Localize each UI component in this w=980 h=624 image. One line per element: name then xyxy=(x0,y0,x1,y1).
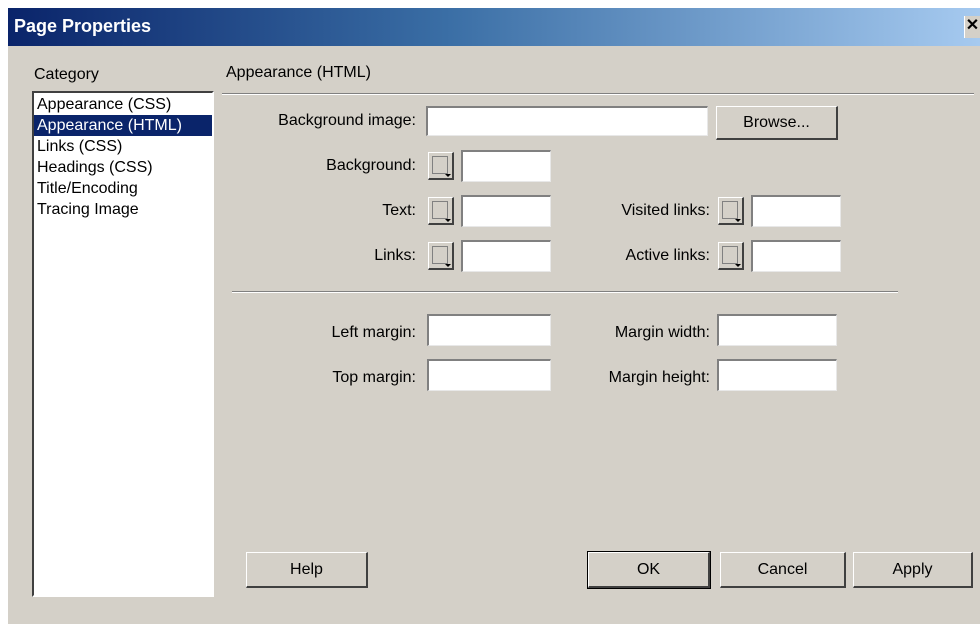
top-margin-label: Top margin: xyxy=(332,369,416,386)
color-swatch-icon xyxy=(432,246,448,264)
cancel-button[interactable]: Cancel xyxy=(720,552,846,588)
active-links-label: Active links: xyxy=(625,247,710,264)
color-swatch-icon xyxy=(432,156,448,174)
links-color-field[interactable] xyxy=(461,240,551,272)
margin-width-label: Margin width: xyxy=(614,324,710,341)
category-item-headings-css[interactable]: Headings (CSS) xyxy=(34,157,212,178)
visited-links-label: Visited links: xyxy=(621,202,710,219)
dropdown-arrow-icon xyxy=(735,219,741,222)
category-list[interactable]: Appearance (CSS) Appearance (HTML) Links… xyxy=(32,91,214,597)
links-label: Links: xyxy=(374,247,416,264)
links-color-picker[interactable] xyxy=(428,242,454,270)
background-image-label: Background image: xyxy=(278,112,416,129)
margin-width-field[interactable] xyxy=(717,314,837,346)
page-properties-dialog: Page Properties ✕ Category Appearance (C… xyxy=(8,8,980,624)
category-item-title-encoding[interactable]: Title/Encoding xyxy=(34,178,212,199)
apply-button[interactable]: Apply xyxy=(853,552,973,588)
top-margin-field[interactable] xyxy=(427,359,551,391)
dropdown-arrow-icon xyxy=(445,174,451,177)
margin-height-label: Margin height: xyxy=(608,369,710,386)
help-button[interactable]: Help xyxy=(246,552,368,588)
browse-button[interactable]: Browse... xyxy=(716,106,838,140)
title-bar[interactable]: Page Properties ✕ xyxy=(8,8,980,46)
section-divider xyxy=(222,93,974,95)
color-swatch-icon xyxy=(722,201,738,219)
category-item-appearance-html[interactable]: Appearance (HTML) xyxy=(34,115,212,136)
background-color-field[interactable] xyxy=(461,150,551,182)
background-label: Background: xyxy=(326,157,416,174)
background-color-picker[interactable] xyxy=(428,152,454,180)
category-item-appearance-css[interactable]: Appearance (CSS) xyxy=(34,94,212,115)
close-icon[interactable]: ✕ xyxy=(964,16,980,38)
dropdown-arrow-icon xyxy=(735,264,741,267)
margin-height-field[interactable] xyxy=(717,359,837,391)
visited-links-color-field[interactable] xyxy=(751,195,841,227)
text-color-field[interactable] xyxy=(461,195,551,227)
dropdown-arrow-icon xyxy=(445,219,451,222)
active-links-color-picker[interactable] xyxy=(718,242,744,270)
section-title: Appearance (HTML) xyxy=(226,64,371,81)
color-swatch-icon xyxy=(432,201,448,219)
category-item-tracing-image[interactable]: Tracing Image xyxy=(34,199,212,220)
field-group-divider xyxy=(232,291,898,293)
visited-links-color-picker[interactable] xyxy=(718,197,744,225)
window-title: Page Properties xyxy=(14,16,152,36)
active-links-color-field[interactable] xyxy=(751,240,841,272)
color-swatch-icon xyxy=(722,246,738,264)
category-label: Category xyxy=(34,66,99,83)
left-margin-field[interactable] xyxy=(427,314,551,346)
dropdown-arrow-icon xyxy=(445,264,451,267)
text-label: Text: xyxy=(382,202,416,219)
left-margin-label: Left margin: xyxy=(331,324,416,341)
text-color-picker[interactable] xyxy=(428,197,454,225)
background-image-field[interactable] xyxy=(426,106,708,136)
category-item-links-css[interactable]: Links (CSS) xyxy=(34,136,212,157)
ok-button[interactable]: OK xyxy=(587,551,711,589)
